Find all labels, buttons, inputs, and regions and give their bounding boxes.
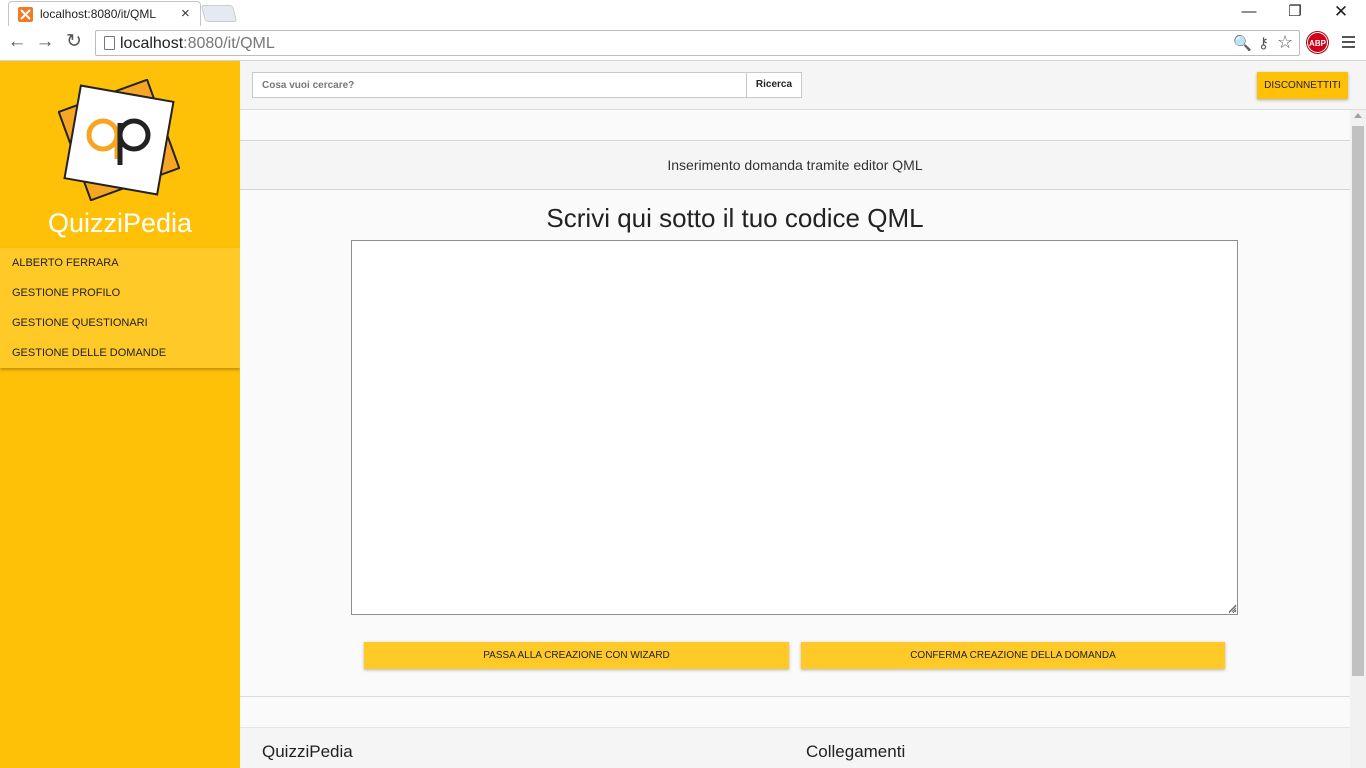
scroll-up-arrow-icon[interactable] bbox=[1354, 113, 1362, 118]
zoom-icon[interactable]: 🔍 bbox=[1233, 34, 1252, 52]
sidebar: QuizziPedia ALBERTO FERRARA GESTIONE PRO… bbox=[0, 61, 240, 768]
search-button[interactable]: Ricerca bbox=[746, 72, 802, 98]
reload-icon[interactable]: ↻ bbox=[63, 31, 85, 53]
switch-to-wizard-button[interactable]: PASSA ALLA CREAZIONE CON WIZARD bbox=[364, 642, 789, 669]
divider bbox=[240, 696, 1350, 697]
sidebar-item-profile[interactable]: GESTIONE PROFILO bbox=[0, 278, 240, 308]
browser-tab[interactable]: localhost:8080/it/QML × bbox=[8, 1, 201, 26]
sidebar-item-questions[interactable]: GESTIONE DELLE DOMANDE bbox=[0, 338, 240, 368]
browser-toolbar: ← → ↻ localhost:8080/it/QML 🔍 ⚷ ☆ bbox=[0, 26, 1366, 61]
main-content: Inserimento domanda tramite editor QML S… bbox=[240, 110, 1350, 768]
brand-title[interactable]: QuizziPedia bbox=[0, 208, 240, 239]
sidebar-item-quizzes[interactable]: GESTIONE QUESTIONARI bbox=[0, 308, 240, 338]
new-tab-button[interactable] bbox=[200, 5, 238, 22]
address-bar[interactable]: localhost:8080/it/QML 🔍 ⚷ ☆ bbox=[95, 30, 1300, 56]
page-subheader: Inserimento domanda tramite editor QML bbox=[240, 140, 1350, 190]
key-icon[interactable]: ⚷ bbox=[1258, 34, 1269, 52]
xampp-favicon-icon bbox=[18, 7, 33, 22]
confirm-question-button[interactable]: CONFERMA CREAZIONE DELLA DOMANDA bbox=[801, 642, 1225, 669]
adblock-plus-icon[interactable]: ABP bbox=[1307, 32, 1328, 53]
bookmark-star-icon[interactable]: ☆ bbox=[1277, 32, 1293, 53]
search-input[interactable] bbox=[252, 72, 747, 98]
resize-grip-icon[interactable] bbox=[1228, 604, 1237, 613]
footer: QuizziPedia Collegamenti bbox=[240, 727, 1350, 768]
page-title: Scrivi qui sotto il tuo codice QML bbox=[546, 203, 924, 233]
window-maximize-button[interactable]: ❐ bbox=[1280, 2, 1310, 22]
qml-code-editor[interactable] bbox=[351, 240, 1238, 615]
tab-title: localhost:8080/it/QML bbox=[40, 7, 157, 21]
page-icon bbox=[104, 36, 115, 50]
window-minimize-button[interactable]: — bbox=[1234, 2, 1264, 22]
topbar: Ricerca DISCONNETTITI bbox=[240, 61, 1366, 110]
sidebar-item-user[interactable]: ALBERTO FERRARA bbox=[0, 248, 240, 278]
back-arrow-icon[interactable]: ← bbox=[6, 31, 28, 53]
footer-brand-title: QuizziPedia bbox=[262, 742, 353, 761]
browser-tabstrip: localhost:8080/it/QML × — ❐ ✕ bbox=[0, 0, 1366, 26]
footer-links-title: Collegamenti bbox=[806, 742, 906, 761]
sidebar-menu: ALBERTO FERRARA GESTIONE PROFILO GESTION… bbox=[0, 248, 240, 368]
forward-arrow-icon[interactable]: → bbox=[34, 31, 56, 53]
tab-close-icon[interactable]: × bbox=[181, 5, 190, 23]
scrollbar-thumb[interactable] bbox=[1352, 126, 1364, 676]
url-text[interactable]: localhost:8080/it/QML bbox=[120, 35, 275, 53]
browser-menu-icon[interactable] bbox=[1342, 34, 1356, 50]
logout-button[interactable]: DISCONNETTITI bbox=[1257, 72, 1348, 99]
quizzipedia-logo[interactable] bbox=[58, 79, 180, 201]
window-close-button[interactable]: ✕ bbox=[1326, 2, 1356, 22]
page-scrollbar[interactable] bbox=[1350, 110, 1366, 768]
